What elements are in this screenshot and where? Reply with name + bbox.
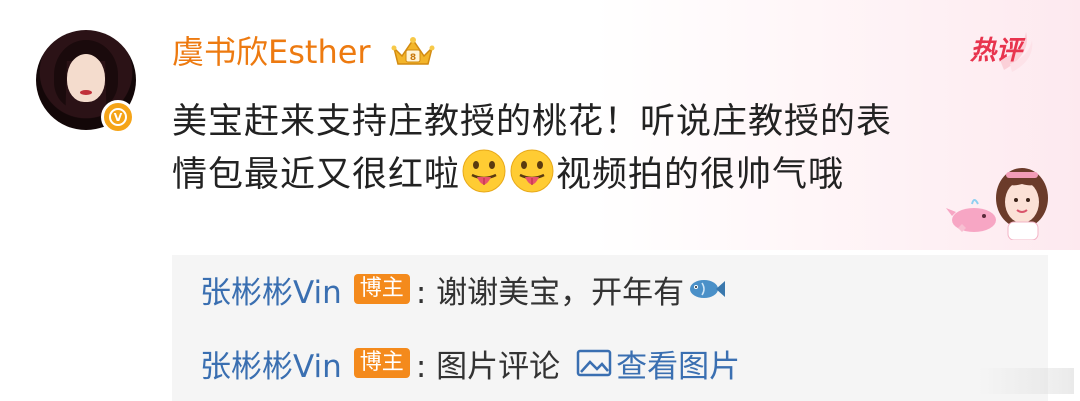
reply-text: : 图片评论 (415, 348, 561, 385)
blogger-tag-badge: 博主 (353, 348, 410, 378)
comment-text-line2a: 情包最近又很红啦 (172, 155, 461, 195)
blurred-edge-decoration (978, 368, 1074, 394)
image-icon (576, 349, 612, 377)
tongue-out-emoji-icon (462, 149, 506, 193)
hot-comment-badge: 热评 (970, 36, 1023, 66)
girl-whale-sticker-icon (946, 168, 1048, 240)
blogger-tag-badge: 博主 (353, 274, 410, 304)
tongue-out-emoji-icon (510, 149, 554, 193)
reply-section: 张彬彬Vin 博主 : 谢谢美宝，开年有 张彬彬Vin 博主 : 图片评论 查看… (172, 255, 1048, 401)
reply-item[interactable]: 张彬彬Vin 博主 : 图片评论 查看图片 (200, 341, 740, 385)
reply-author-name[interactable]: 张彬彬Vin (200, 341, 342, 386)
reply-author-name[interactable]: 张彬彬Vin (200, 267, 342, 312)
fish-icon (690, 280, 726, 298)
comment-username[interactable]: 虞书欣Esther (172, 30, 371, 74)
verified-badge-icon: V (101, 100, 135, 134)
crown-icon: 8 (391, 37, 435, 65)
view-image-link[interactable]: 查看图片 (576, 341, 740, 386)
svg-text:8: 8 (410, 53, 416, 63)
avatar-lips (80, 90, 92, 95)
view-image-label: 查看图片 (616, 348, 741, 385)
reply-item[interactable]: 张彬彬Vin 博主 : 谢谢美宝，开年有 (200, 267, 726, 311)
comment-text-line1: 美宝赶来支持庄教授的桃花！听说庄教授的表 (172, 102, 893, 142)
comment-text: 美宝赶来支持庄教授的桃花！听说庄教授的表 情包最近又很红啦 视频拍的很帅气哦 (172, 96, 992, 201)
comment-text-line2b: 视频拍的很帅气哦 (556, 155, 845, 195)
reply-text: : 谢谢美宝，开年有 (415, 274, 685, 311)
